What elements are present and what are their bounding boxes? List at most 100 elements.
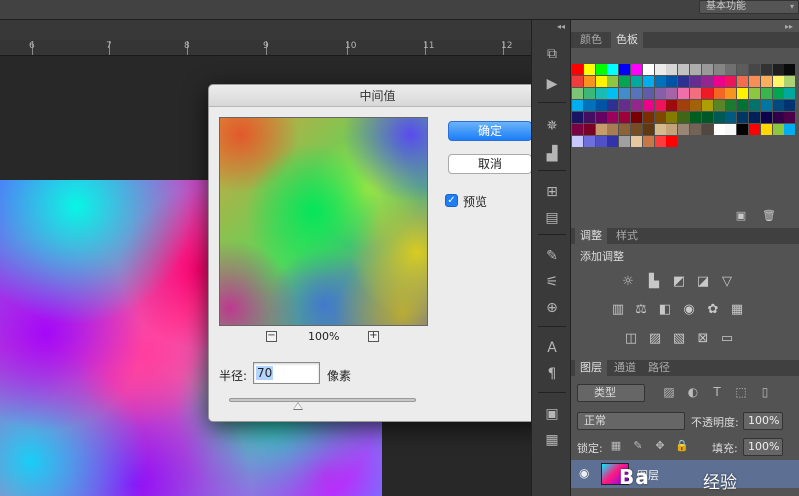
clone-source-icon[interactable]: ⊕ — [542, 298, 562, 318]
zoom-out-button[interactable]: − — [266, 331, 277, 342]
radius-input[interactable]: 70 — [253, 362, 320, 384]
lock-position-icon[interactable]: ✥ — [653, 439, 667, 453]
color-swatch[interactable] — [631, 64, 642, 75]
color-swatch[interactable] — [713, 64, 725, 75]
ok-button[interactable]: 确定 — [448, 121, 532, 141]
color-swatch[interactable] — [572, 112, 583, 123]
color-swatch[interactable] — [725, 100, 737, 111]
color-swatch[interactable] — [678, 76, 690, 87]
color-swatch[interactable] — [737, 112, 749, 123]
color-swatch[interactable] — [572, 124, 583, 135]
radius-slider-thumb[interactable] — [293, 402, 304, 410]
color-swatch[interactable] — [701, 100, 713, 111]
color-swatch[interactable] — [666, 136, 678, 147]
color-swatch[interactable] — [784, 124, 796, 135]
threshold-icon[interactable]: ▧ — [671, 331, 687, 347]
character-icon[interactable]: A — [542, 338, 562, 358]
color-swatch[interactable] — [595, 88, 607, 99]
color-swatch[interactable] — [583, 136, 595, 147]
color-swatch[interactable] — [666, 88, 678, 99]
color-swatch[interactable] — [784, 112, 796, 123]
color-swatch[interactable] — [749, 100, 760, 111]
color-swatch[interactable] — [583, 112, 595, 123]
color-swatch[interactable] — [595, 100, 607, 111]
gradient-map-icon[interactable]: ▭ — [719, 331, 735, 347]
color-swatch[interactable] — [749, 124, 760, 135]
color-swatch[interactable] — [784, 100, 796, 111]
color-swatch[interactable] — [631, 124, 642, 135]
color-swatch[interactable] — [725, 124, 737, 135]
color-swatch[interactable] — [583, 100, 595, 111]
color-swatch[interactable] — [666, 76, 678, 87]
color-swatch[interactable] — [678, 124, 690, 135]
radius-slider-track[interactable] — [229, 398, 416, 402]
info-icon[interactable]: ⊞ — [542, 182, 562, 202]
tab-channels[interactable]: 通道 — [609, 360, 641, 376]
tool-presets-icon[interactable]: ▣ — [542, 404, 562, 424]
color-swatch[interactable] — [619, 88, 631, 99]
navigator-icon[interactable]: ✵ — [542, 116, 562, 136]
color-swatch[interactable] — [760, 88, 772, 99]
paragraph-icon[interactable]: ¶ — [542, 364, 562, 384]
brush-icon[interactable]: ✎ — [542, 246, 562, 266]
color-swatch[interactable] — [642, 124, 654, 135]
color-swatch[interactable] — [595, 64, 607, 75]
color-swatch[interactable] — [654, 100, 666, 111]
exposure-icon[interactable]: ◪ — [695, 274, 711, 290]
hue-saturation-icon[interactable]: ▥ — [610, 302, 626, 318]
color-swatch[interactable] — [760, 112, 772, 123]
invert-icon[interactable]: ◫ — [623, 331, 639, 347]
collapse-icon[interactable]: ◂◂ — [557, 22, 565, 31]
color-swatch[interactable] — [619, 124, 631, 135]
color-swatch[interactable] — [713, 112, 725, 123]
color-swatch[interactable] — [607, 112, 619, 123]
color-swatch[interactable] — [737, 100, 749, 111]
properties-icon[interactable]: ▤ — [542, 208, 562, 228]
tab-layers[interactable]: 图层 — [575, 360, 607, 376]
zoom-in-button[interactable]: + — [368, 331, 379, 342]
color-swatch[interactable] — [772, 100, 784, 111]
color-swatch[interactable] — [725, 88, 737, 99]
color-swatch[interactable] — [595, 136, 607, 147]
play-actions-icon[interactable]: ▶ — [542, 74, 562, 94]
color-swatch[interactable] — [666, 100, 678, 111]
dialog-title[interactable]: 中间值 — [209, 85, 546, 107]
color-swatch[interactable] — [772, 124, 784, 135]
fill-field[interactable]: 100% — [743, 438, 783, 456]
color-swatch[interactable] — [583, 64, 595, 75]
color-swatch[interactable] — [619, 100, 631, 111]
history-icon[interactable]: ⧉ — [542, 44, 562, 64]
color-swatch[interactable] — [654, 88, 666, 99]
tab-styles[interactable]: 样式 — [611, 228, 643, 244]
layer-filter-dropdown[interactable]: 类型 — [577, 384, 645, 402]
eye-icon[interactable]: ◉ — [579, 466, 589, 480]
color-swatch[interactable] — [607, 64, 619, 75]
color-swatch[interactable] — [690, 100, 701, 111]
color-swatch[interactable] — [749, 112, 760, 123]
color-swatch[interactable] — [749, 76, 760, 87]
color-swatch[interactable] — [701, 112, 713, 123]
color-swatch[interactable] — [784, 88, 796, 99]
new-swatch-icon[interactable]: ▣ — [733, 208, 749, 224]
color-swatch[interactable] — [772, 76, 784, 87]
color-swatch[interactable] — [713, 100, 725, 111]
tab-paths[interactable]: 路径 — [643, 360, 675, 376]
color-swatch[interactable] — [678, 112, 690, 123]
color-swatch[interactable] — [713, 124, 725, 135]
pixel-filter-icon[interactable]: ▨ — [661, 384, 677, 400]
color-swatch[interactable] — [642, 112, 654, 123]
color-swatch[interactable] — [760, 100, 772, 111]
color-swatch[interactable] — [690, 124, 701, 135]
color-balance-icon[interactable]: ⚖ — [633, 302, 649, 318]
workspace-dropdown[interactable]: 基本功能 ▾ — [699, 0, 799, 14]
color-swatch[interactable] — [583, 124, 595, 135]
color-swatch[interactable] — [595, 112, 607, 123]
color-swatch[interactable] — [607, 76, 619, 87]
color-swatch[interactable] — [690, 112, 701, 123]
opacity-field[interactable]: 100% — [743, 412, 783, 430]
color-swatch[interactable] — [631, 88, 642, 99]
color-swatch[interactable] — [607, 124, 619, 135]
color-swatch[interactable] — [595, 124, 607, 135]
color-swatch[interactable] — [737, 76, 749, 87]
cancel-button[interactable]: 取消 — [448, 154, 532, 174]
